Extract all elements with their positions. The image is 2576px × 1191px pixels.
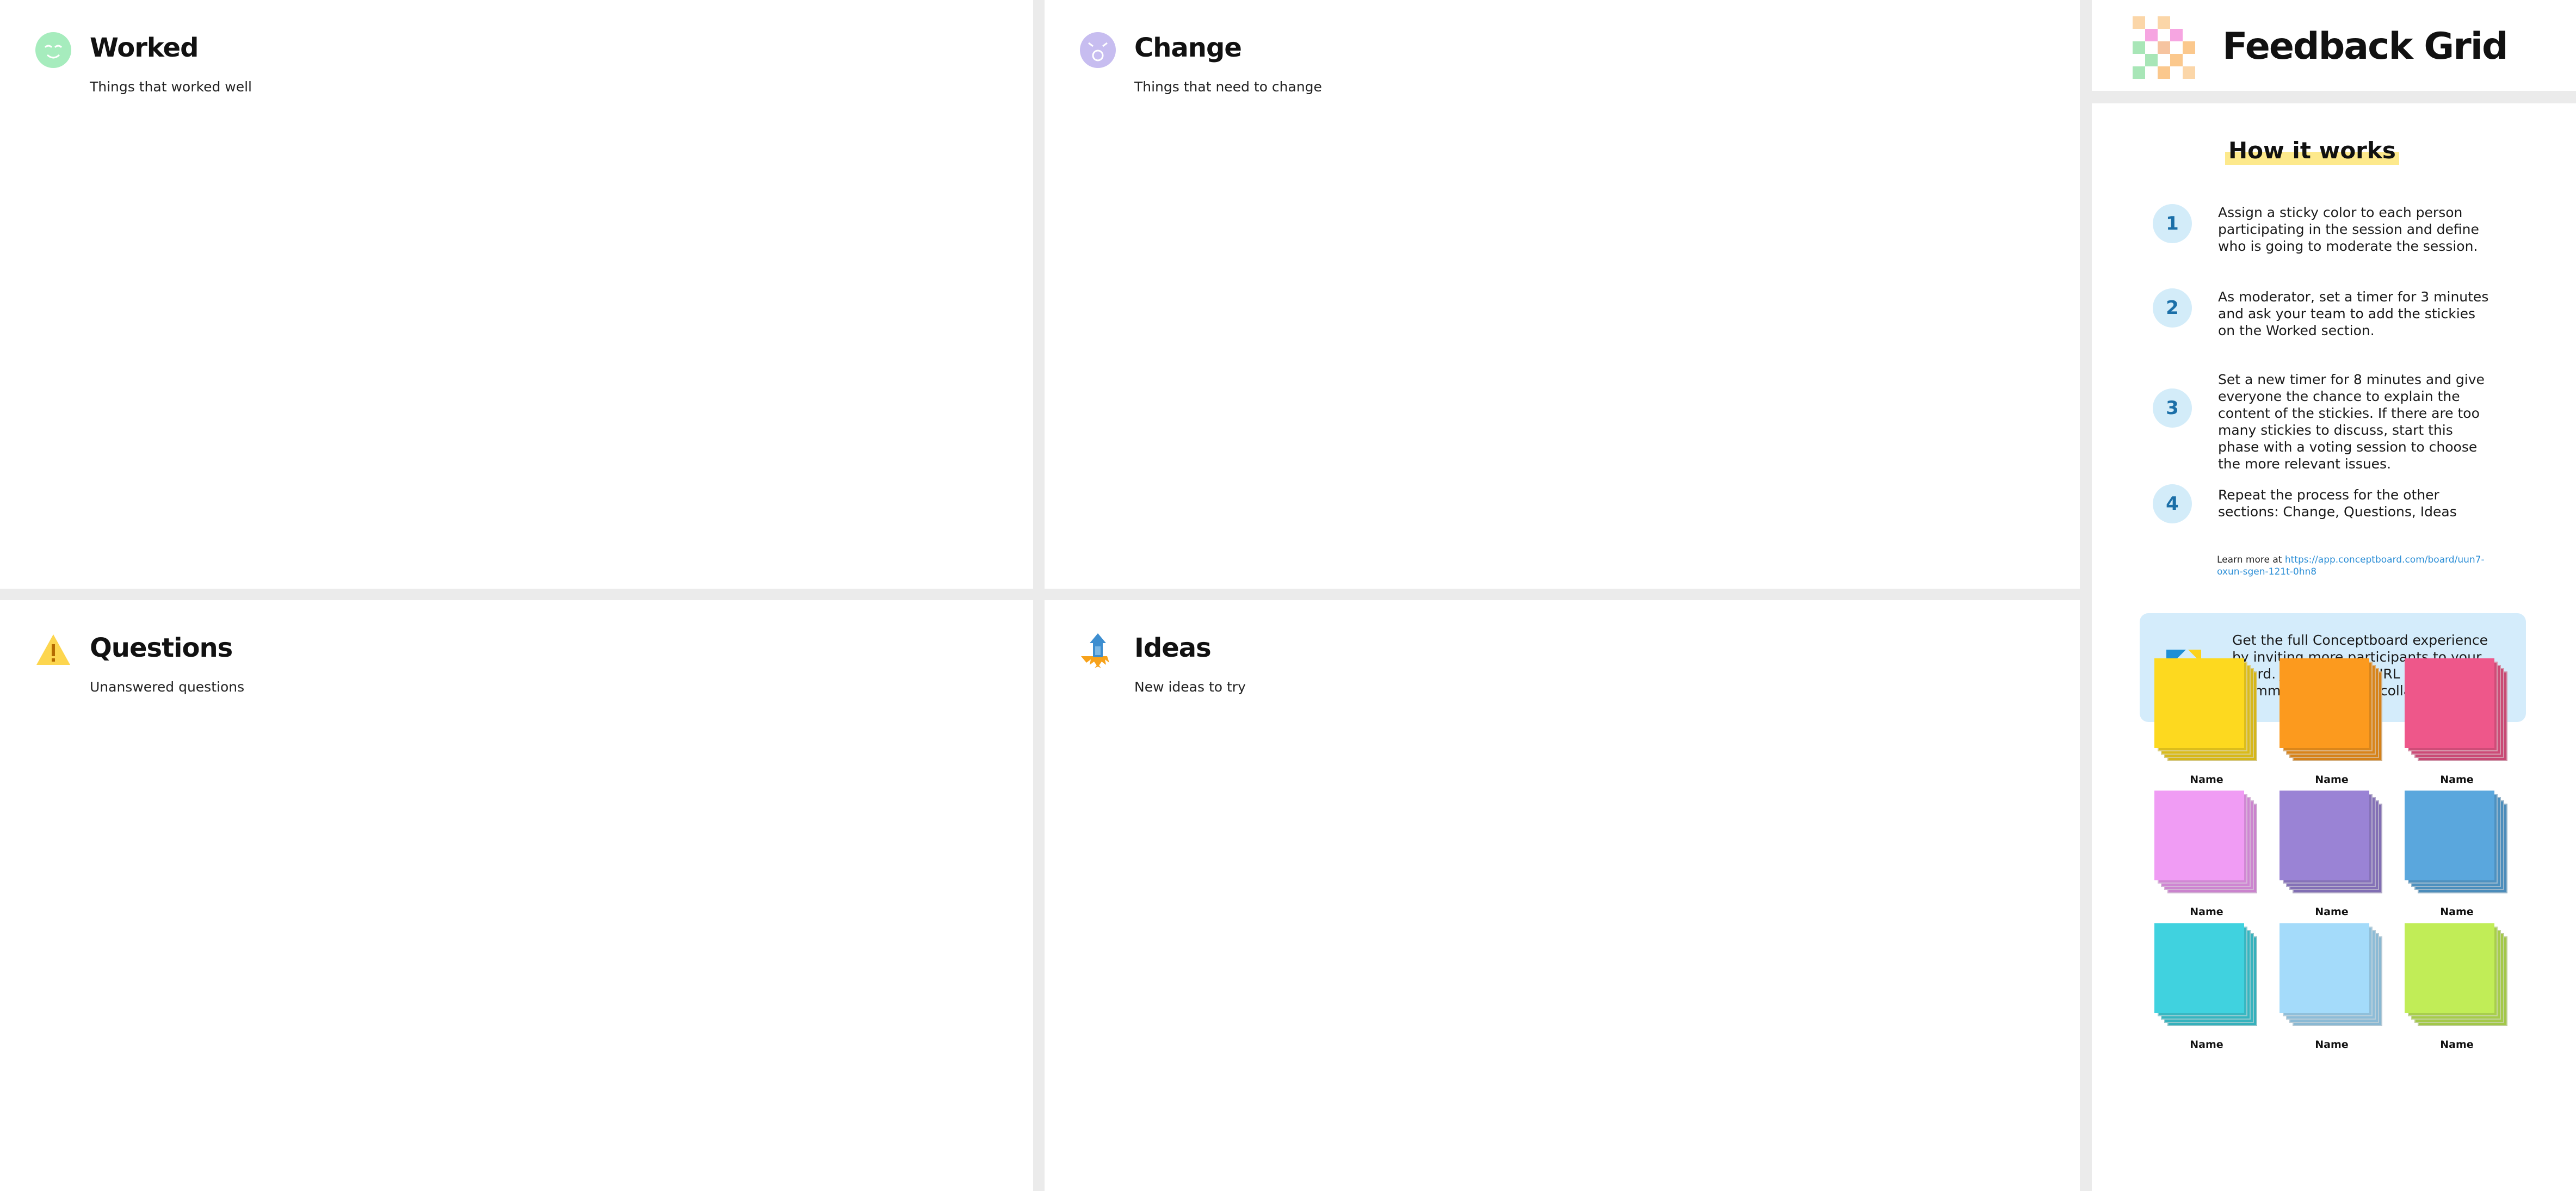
sidebar-instructions: How it works 1 Assign a sticky color to … <box>2092 103 2576 1191</box>
worked-section[interactable]: Worked Things that worked well <box>0 0 1033 589</box>
sticky-name-label: Name <box>2190 1039 2223 1051</box>
sticky-name-label: Name <box>2190 906 2223 918</box>
sticky-note[interactable] <box>2154 791 2259 895</box>
sticky-note[interactable] <box>2280 791 2384 895</box>
sticky-stack[interactable]: Name <box>2154 791 2263 918</box>
sticky-top <box>2154 791 2244 880</box>
sticky-note[interactable] <box>2405 923 2509 1028</box>
ideas-subtitle: New ideas to try <box>1134 679 1246 695</box>
sticky-stack[interactable]: Name <box>2280 923 2388 1051</box>
sticky-top <box>2405 791 2494 880</box>
step-number: 3 <box>2153 388 2192 428</box>
sticky-stack[interactable]: Name <box>2405 658 2513 786</box>
sticky-top <box>2405 923 2494 1013</box>
smile-icon <box>35 32 71 68</box>
sticky-top <box>2405 658 2494 748</box>
sticky-top <box>2154 658 2244 748</box>
sticky-note[interactable] <box>2280 658 2384 763</box>
sticky-top <box>2280 658 2369 748</box>
ideas-title: Ideas <box>1134 633 1212 663</box>
sticky-note[interactable] <box>2405 658 2509 763</box>
surprised-face-icon <box>1080 32 1116 68</box>
sticky-note[interactable] <box>2280 923 2384 1028</box>
sticky-name-label: Name <box>2315 1039 2349 1051</box>
change-section[interactable]: Change Things that need to change <box>1045 0 2080 589</box>
learn-more-label: Learn more at <box>2217 554 2285 565</box>
sticky-note[interactable] <box>2154 658 2259 763</box>
sticky-name-label: Name <box>2440 906 2474 918</box>
step-text: Assign a sticky color to each person par… <box>2218 205 2479 254</box>
how-it-works-heading: How it works <box>2225 136 2399 165</box>
step-text: As moderator, set a timer for 3 minutes … <box>2218 289 2489 338</box>
sticky-stack[interactable]: Name <box>2280 791 2388 918</box>
sticky-name-label: Name <box>2190 774 2223 786</box>
sidebar-header: Feedback Grid <box>2092 0 2576 91</box>
sticky-note[interactable] <box>2154 923 2259 1028</box>
sticky-stack[interactable]: Name <box>2405 923 2513 1051</box>
step-text: Set a new timer for 8 minutes and give e… <box>2218 372 2485 472</box>
sticky-name-label: Name <box>2440 1039 2474 1051</box>
learn-more: Learn more at https://app.conceptboard.c… <box>2217 554 2500 578</box>
sticky-name-label: Name <box>2440 774 2474 786</box>
step-number: 2 <box>2153 288 2192 328</box>
ideas-section[interactable]: Ideas New ideas to try <box>1045 600 2080 1191</box>
sticky-top <box>2154 923 2244 1013</box>
step-number: 4 <box>2153 484 2192 523</box>
worked-title: Worked <box>90 33 199 63</box>
sticky-name-label: Name <box>2315 906 2349 918</box>
board-title: Feedback Grid <box>2222 25 2509 68</box>
questions-subtitle: Unanswered questions <box>90 679 245 695</box>
step-text: Repeat the process for the other section… <box>2218 487 2457 520</box>
sticky-top <box>2280 923 2369 1013</box>
change-title: Change <box>1134 33 1242 63</box>
sticky-note[interactable] <box>2405 791 2509 895</box>
sticky-name-label: Name <box>2315 774 2349 786</box>
rocket-icon <box>1081 633 1109 668</box>
sticky-stack[interactable]: Name <box>2280 658 2388 786</box>
sticky-stack[interactable]: Name <box>2154 658 2263 786</box>
questions-title: Questions <box>90 633 233 663</box>
worked-subtitle: Things that worked well <box>90 79 252 95</box>
change-subtitle: Things that need to change <box>1134 79 1322 95</box>
feedback-grid-logo-icon <box>2133 16 2195 79</box>
sticky-stack[interactable]: Name <box>2405 791 2513 918</box>
sticky-top <box>2280 791 2369 880</box>
step-number: 1 <box>2153 204 2192 243</box>
sticky-stack[interactable]: Name <box>2154 923 2263 1051</box>
questions-section[interactable]: Questions Unanswered questions <box>0 600 1033 1191</box>
warning-icon <box>36 634 70 665</box>
